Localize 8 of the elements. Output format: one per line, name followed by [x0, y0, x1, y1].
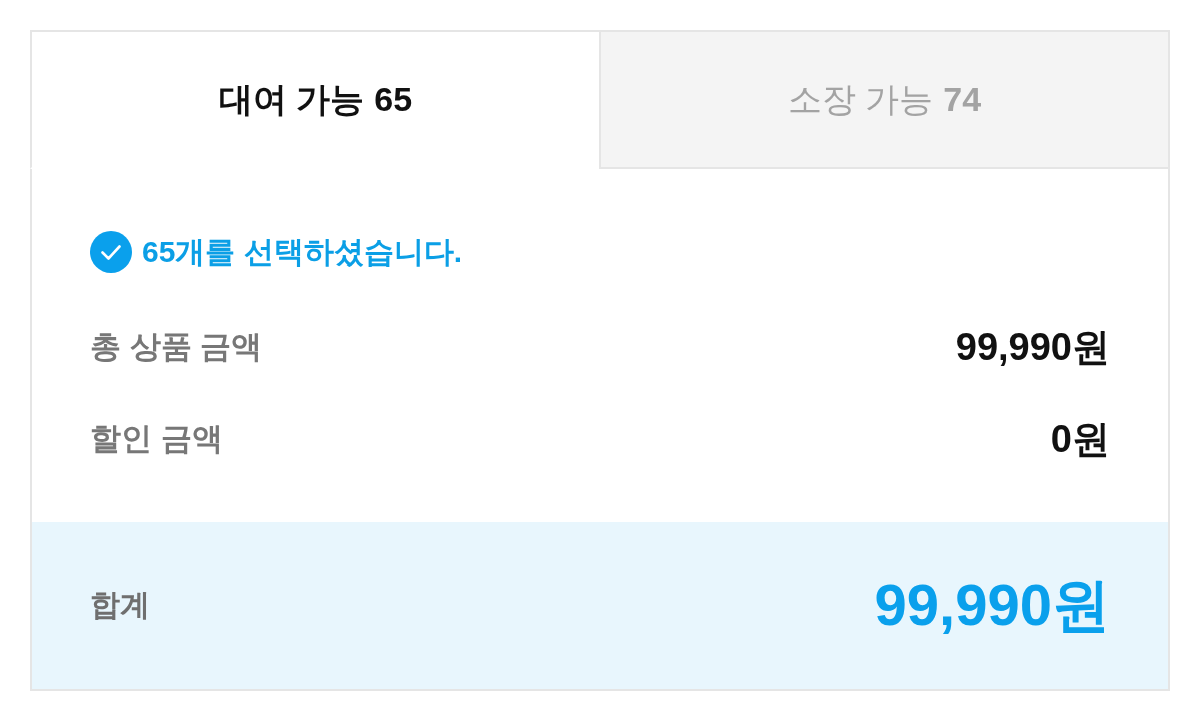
summary-amount: 99,990원	[955, 324, 1110, 370]
total-label: 합계	[90, 587, 150, 623]
selection-message: 65개를 선택하셨습니다.	[142, 233, 463, 270]
summary-label: 할인 금액	[90, 420, 223, 458]
total-amount: 99,990원	[874, 570, 1110, 639]
summary-label: 총 상품 금액	[90, 328, 263, 366]
check-circle-icon	[90, 231, 132, 273]
summary-amount: 0원	[1050, 416, 1110, 462]
